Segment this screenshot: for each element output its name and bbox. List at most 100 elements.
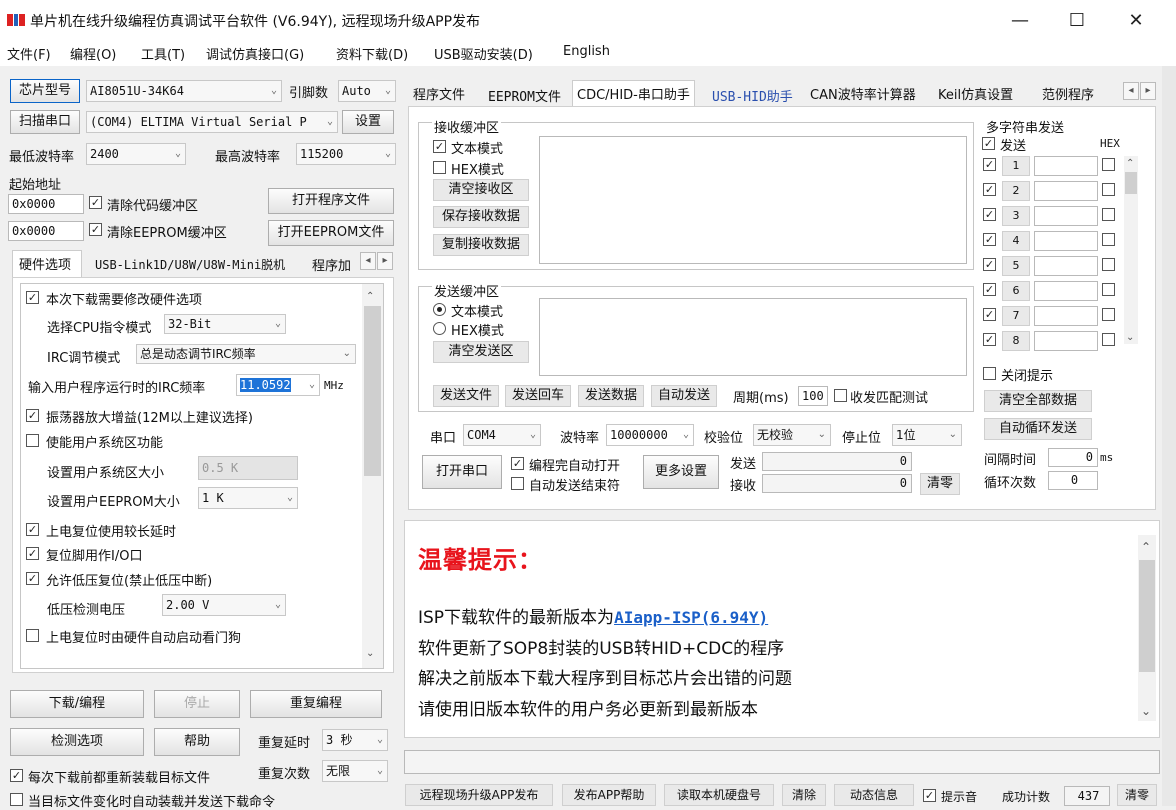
multi-row-hex-checkbox[interactable] [1102,208,1115,221]
multi-row-text-input[interactable] [1034,181,1098,201]
dynamic-info-button[interactable]: 动态信息 [834,784,914,806]
clear-log-button[interactable]: 清除 [782,784,826,806]
multi-row-send-button[interactable]: 5 [1002,256,1030,276]
send-data-button[interactable]: 发送数据 [578,385,644,407]
send-file-button[interactable]: 发送文件 [433,385,499,407]
multi-row-send-checkbox[interactable]: ✓ [983,183,996,196]
more-settings-button[interactable]: 更多设置 [643,455,719,489]
menu-english[interactable]: English [563,44,610,59]
chip-model-button[interactable]: 芯片型号 [10,79,80,103]
multi-row-send-checkbox[interactable]: ✓ [983,333,996,346]
scroll-up-icon[interactable]: ⌃ [1141,540,1151,554]
auto-loop-send-button[interactable]: 自动循环发送 [984,418,1092,440]
repeat-program-button[interactable]: 重复编程 [250,690,382,718]
tab-scroll-left-icon[interactable]: ◂ [1123,82,1139,100]
multi-row-hex-checkbox[interactable] [1102,258,1115,271]
pin-count-select[interactable]: Auto ⌄ [338,80,396,102]
port-settings-button[interactable]: 设置 [342,110,394,134]
multi-row-send-checkbox[interactable]: ✓ [983,158,996,171]
modify-hardware-checkbox[interactable]: ✓ [26,291,39,304]
clear-eeprom-checkbox[interactable]: ✓ [89,223,102,236]
menu-tools[interactable]: 工具(T) [141,44,185,63]
clear-code-checkbox[interactable]: ✓ [89,196,102,209]
multi-row-text-input[interactable] [1034,156,1098,176]
multi-row-send-checkbox[interactable]: ✓ [983,283,996,296]
watchdog-checkbox[interactable] [26,629,39,642]
clear-success-count-button[interactable]: 清零 [1117,784,1157,806]
multi-row-send-checkbox[interactable]: ✓ [983,308,996,321]
detect-options-button[interactable]: 检测选项 [10,728,144,756]
tab-examples[interactable]: 范例程序 [1042,84,1094,103]
port-select[interactable]: (COM4) ELTIMA Virtual Serial P ⌄ [86,111,338,133]
close-button[interactable]: ✕ [1116,6,1156,36]
multi-row-hex-checkbox[interactable] [1102,333,1115,346]
multi-row-send-checkbox[interactable]: ✓ [983,258,996,271]
multi-row-hex-checkbox[interactable] [1102,308,1115,321]
parity-select[interactable]: 无校验 ⌄ [753,424,831,446]
scroll-down-icon[interactable]: ⌄ [1141,704,1151,718]
send-textarea[interactable] [539,298,967,376]
multi-row-text-input[interactable] [1034,256,1098,276]
recv-hex-mode-checkbox[interactable] [433,161,446,174]
tab-scroll-right-icon[interactable]: ▸ [377,252,393,270]
irc-mode-select[interactable]: 总是动态调节IRC频率 ⌄ [136,344,356,364]
multi-send-all-checkbox[interactable]: ✓ [982,137,995,150]
tab-eeprom-file[interactable]: EEPROM文件 [488,86,561,105]
publish-help-button[interactable]: 发布APP帮助 [562,784,656,806]
remote-upgrade-publish-button[interactable]: 远程现场升级APP发布 [405,784,553,806]
tab-usb-link[interactable]: USB-Link1D/U8W/U8W-Mini脱机 [95,256,285,273]
menu-program[interactable]: 编程(O) [70,44,116,63]
repeat-count-select[interactable]: 无限 ⌄ [322,760,388,782]
min-baud-select[interactable]: 2400 ⌄ [86,143,186,165]
repeat-delay-select[interactable]: 3 秒 ⌄ [322,729,388,751]
multi-row-text-input[interactable] [1034,231,1098,251]
auto-end-checkbox[interactable] [511,477,524,490]
clear-count-button[interactable]: 清零 [920,473,960,495]
maximize-button[interactable]: ☐ [1057,6,1097,36]
options-scroll-thumb[interactable] [364,306,381,476]
notice-scroll-thumb[interactable] [1139,560,1155,672]
send-text-mode-radio[interactable] [433,303,446,316]
minimize-button[interactable]: — [1000,6,1040,36]
beep-checkbox[interactable]: ✓ [923,789,936,802]
low-voltage-reset-checkbox[interactable]: ✓ [26,572,39,585]
auto-send-button[interactable]: 自动发送 [651,385,717,407]
multi-row-text-input[interactable] [1034,306,1098,326]
multi-row-hex-checkbox[interactable] [1102,183,1115,196]
multi-row-send-checkbox[interactable]: ✓ [983,208,996,221]
open-program-file-button[interactable]: 打开程序文件 [268,188,394,214]
multi-row-hex-checkbox[interactable] [1102,283,1115,296]
tab-can-baud-calc[interactable]: CAN波特率计算器 [810,84,916,103]
multi-row-text-input[interactable] [1034,281,1098,301]
period-input[interactable]: 100 [798,386,828,406]
baud-rate-select[interactable]: 10000000 ⌄ [606,424,694,446]
reload-each-checkbox[interactable]: ✓ [10,769,23,782]
multi-row-send-button[interactable]: 8 [1002,331,1030,351]
reset-io-checkbox[interactable]: ✓ [26,547,39,560]
code-start-address-input[interactable]: 0x0000 [8,194,84,214]
multi-row-hex-checkbox[interactable] [1102,233,1115,246]
close-hint-checkbox[interactable] [983,367,996,380]
enable-system-area-checkbox[interactable] [26,434,39,447]
clear-receive-button[interactable]: 清空接收区 [433,179,529,201]
serial-port-select[interactable]: COM4 ⌄ [463,424,541,446]
multi-row-send-button[interactable]: 6 [1002,281,1030,301]
eeprom-size-select[interactable]: 1 K ⌄ [198,487,298,509]
stop-bits-select[interactable]: 1位 ⌄ [892,424,962,446]
multi-row-text-input[interactable] [1034,331,1098,351]
scan-port-button[interactable]: 扫描串口 [10,110,80,134]
clear-send-button[interactable]: 清空发送区 [433,341,529,363]
scroll-up-icon[interactable]: ⌃ [1126,158,1134,169]
open-serial-port-button[interactable]: 打开串口 [422,455,502,489]
menu-file[interactable]: 文件(F) [7,44,51,63]
tab-serial-assistant[interactable]: CDC/HID-串口助手 [572,80,695,109]
copy-receive-button[interactable]: 复制接收数据 [433,234,529,256]
cpu-mode-select[interactable]: 32-Bit ⌄ [164,314,286,334]
loop-count-input[interactable]: 0 [1048,471,1098,490]
multi-row-text-input[interactable] [1034,206,1098,226]
interval-input[interactable]: 0 [1048,448,1098,467]
tab-hardware-options[interactable]: 硬件选项 [19,254,71,273]
download-program-button[interactable]: 下载/编程 [10,690,144,718]
scroll-down-icon[interactable]: ⌄ [366,648,374,659]
multi-row-hex-checkbox[interactable] [1102,158,1115,171]
